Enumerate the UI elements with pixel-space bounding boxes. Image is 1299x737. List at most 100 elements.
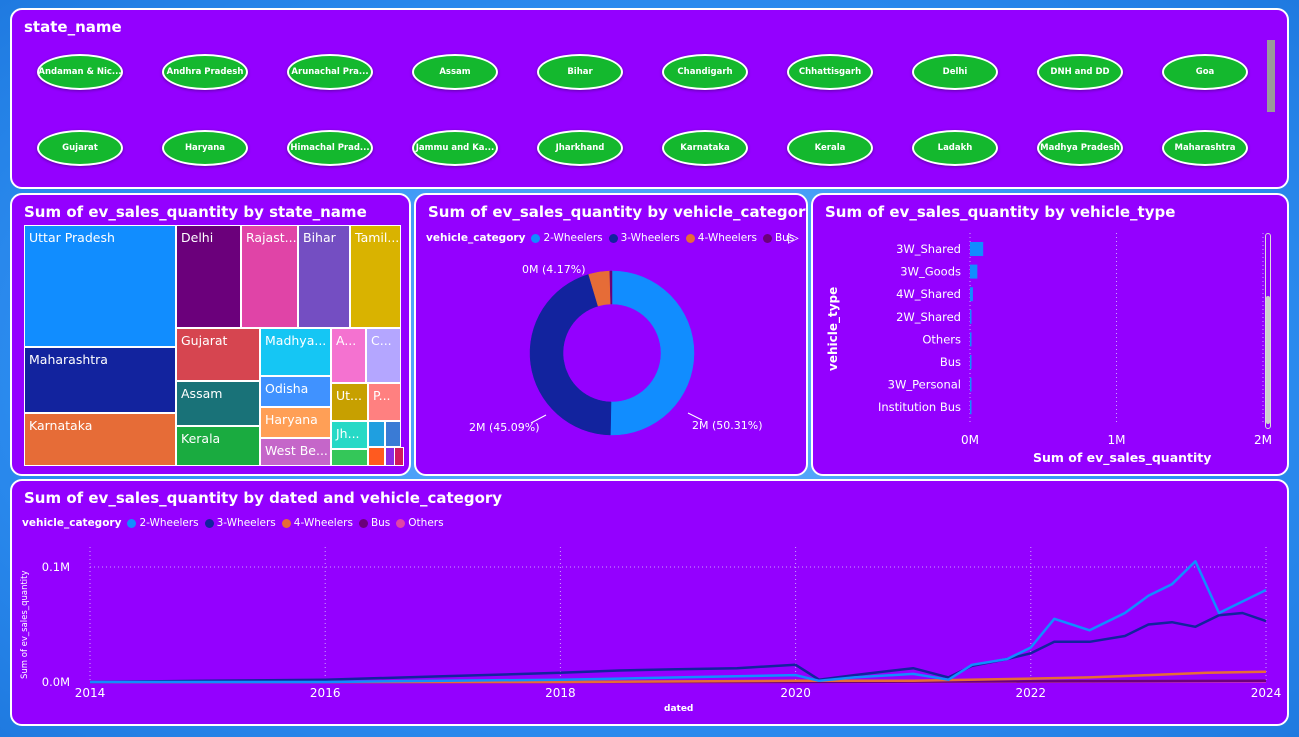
bar[interactable] xyxy=(970,400,972,415)
treemap-cell[interactable]: A... xyxy=(331,328,366,383)
treemap-cell[interactable]: Assam xyxy=(176,381,260,426)
vehicle-type-bar-visual: Sum of ev_sales_quantity by vehicle_type… xyxy=(811,193,1289,476)
donut-visual: Sum of ev_sales_quantity by vehicle_cate… xyxy=(414,193,808,476)
treemap-cell-label: Jh... xyxy=(336,426,360,441)
state-chip[interactable]: Jammu and Ka... xyxy=(412,130,498,166)
line-x-axis-label: dated xyxy=(664,704,694,714)
category-label: 3W_Shared xyxy=(896,242,961,256)
treemap-cell[interactable]: West Be... xyxy=(260,438,331,466)
treemap-cell-label: Kerala xyxy=(181,431,221,446)
state-chip[interactable]: Jharkhand xyxy=(537,130,623,166)
treemap-cell[interactable] xyxy=(368,421,385,447)
treemap-title: Sum of ev_sales_quantity by state_name xyxy=(24,203,367,221)
treemap-cell-label: West Be... xyxy=(265,443,328,458)
treemap-cell[interactable]: Madhya... xyxy=(260,328,331,376)
treemap-cell[interactable]: Bihar xyxy=(298,225,350,328)
category-label: Others xyxy=(922,332,961,346)
category-label: 3W_Personal xyxy=(888,378,961,392)
bar[interactable] xyxy=(970,264,978,279)
treemap-cell[interactable]: P... xyxy=(368,383,401,421)
series-line[interactable] xyxy=(90,560,1267,684)
bar[interactable] xyxy=(970,377,972,392)
state-chip[interactable]: Gujarat xyxy=(37,130,123,166)
state-chip[interactable]: Goa xyxy=(1162,54,1248,90)
treemap-cell-label: Madhya... xyxy=(265,333,327,348)
treemap-cell-label: Ut... xyxy=(336,388,362,403)
x-tick-label: 2M xyxy=(1254,433,1272,447)
state-chip[interactable]: Bihar xyxy=(537,54,623,90)
x-tick-label: 2014 xyxy=(75,686,106,700)
x-tick-label: 2018 xyxy=(545,686,576,700)
state-chip[interactable]: Karnataka xyxy=(662,130,748,166)
state-chip[interactable]: Ladakh xyxy=(912,130,998,166)
x-tick-label: 2020 xyxy=(780,686,811,700)
bar[interactable] xyxy=(970,355,972,369)
treemap-cell[interactable]: Odisha xyxy=(260,376,331,407)
treemap-cell-label: Karnataka xyxy=(29,418,93,433)
bar[interactable] xyxy=(970,287,973,302)
x-tick-label: 2024 xyxy=(1251,686,1282,700)
category-label: 4W_Shared xyxy=(896,287,961,301)
treemap-cell[interactable]: Ut... xyxy=(331,383,368,421)
category-label: Institution Bus xyxy=(878,400,961,414)
treemap-cell-label: P... xyxy=(373,388,391,403)
x-tick-label: 2016 xyxy=(310,686,341,700)
state-chip[interactable]: Andhra Pradesh xyxy=(162,54,248,90)
treemap-visual: Sum of ev_sales_quantity by state_name U… xyxy=(10,193,411,476)
treemap-cell-label: Rajast... xyxy=(246,230,297,245)
treemap-cell[interactable]: Kerala xyxy=(176,426,260,466)
line-chart: 2014 2016 2018 2020 2022 2024 0.0M 0.1M xyxy=(42,547,1282,700)
category-label: 2W_Shared xyxy=(896,310,961,324)
state-chip[interactable]: Chhattisgarh xyxy=(787,54,873,90)
treemap-cell[interactable]: Karnataka xyxy=(24,413,176,466)
series-line[interactable] xyxy=(89,611,1267,684)
treemap-cell[interactable] xyxy=(394,447,404,466)
treemap-cell-label: Uttar Pradesh xyxy=(29,230,115,245)
state-chip[interactable]: Assam xyxy=(412,54,498,90)
treemap-cell[interactable]: Gujarat xyxy=(176,328,260,381)
state-chip[interactable]: Madhya Pradesh xyxy=(1037,130,1123,166)
donut-title: Sum of ev_sales_quantity by vehicle_cate… xyxy=(428,203,808,221)
bar[interactable] xyxy=(970,242,984,256)
treemap-cell[interactable] xyxy=(331,449,368,466)
treemap-cell-label: C... xyxy=(371,333,392,348)
y-tick-label: 0.0M xyxy=(42,675,70,689)
treemap-cell[interactable]: Tamil... xyxy=(350,225,401,328)
treemap-cell[interactable]: Jh... xyxy=(331,421,368,449)
state-chip[interactable]: Haryana xyxy=(162,130,248,166)
state-chip[interactable]: Delhi xyxy=(912,54,998,90)
treemap-area: Uttar Pradesh Maharashtra Karnataka Delhi Ra… xyxy=(24,225,404,466)
vtype-x-axis-label: Sum of ev_sales_quantity xyxy=(1033,450,1212,465)
treemap-cell[interactable]: Maharashtra xyxy=(24,347,176,413)
donut-slice[interactable] xyxy=(610,270,695,436)
x-tick-label: 0M xyxy=(961,433,979,447)
vtype-scrollbar[interactable] xyxy=(1265,233,1271,429)
x-tick-label: 2022 xyxy=(1016,686,1047,700)
slicer-scrollbar[interactable] xyxy=(1267,40,1275,112)
vtype-chart: 0M 1M 2M 3W_Shared 3W_Goods 4W_Shared 2W_Share… xyxy=(878,233,1272,447)
bar[interactable] xyxy=(970,332,972,347)
treemap-cell[interactable] xyxy=(368,447,385,466)
treemap-cell-label: Tamil... xyxy=(355,230,400,245)
treemap-cell[interactable]: Uttar Pradesh xyxy=(24,225,176,347)
state-chip[interactable]: Arunachal Pra... xyxy=(287,54,373,90)
treemap-cell[interactable]: Rajast... xyxy=(241,225,298,328)
slicer-title: state_name xyxy=(24,18,122,36)
state-chip[interactable]: Kerala xyxy=(787,130,873,166)
treemap-cell-label: Delhi xyxy=(181,230,214,245)
state-chip[interactable]: Himachal Prad... xyxy=(287,130,373,166)
treemap-cell-label: Haryana xyxy=(265,412,318,427)
treemap-cell[interactable]: C... xyxy=(366,328,401,383)
state-chip[interactable]: DNH and DD xyxy=(1037,54,1123,90)
treemap-cell-label: Maharashtra xyxy=(29,352,108,367)
treemap-cell[interactable]: Delhi xyxy=(176,225,241,328)
treemap-cell[interactable]: Haryana xyxy=(260,407,331,438)
treemap-cell-label: Assam xyxy=(181,386,223,401)
donut-label-4w: 0M (4.17%) xyxy=(522,263,586,276)
state-chip[interactable]: Chandigarh xyxy=(662,54,748,90)
state-chip[interactable]: Maharashtra xyxy=(1162,130,1248,166)
treemap-cell[interactable] xyxy=(385,421,401,447)
bar[interactable] xyxy=(970,309,972,324)
line-chart-visual: Sum of ev_sales_quantity by dated and ve… xyxy=(10,479,1289,726)
state-chip[interactable]: Andaman & Nic... xyxy=(37,54,123,90)
